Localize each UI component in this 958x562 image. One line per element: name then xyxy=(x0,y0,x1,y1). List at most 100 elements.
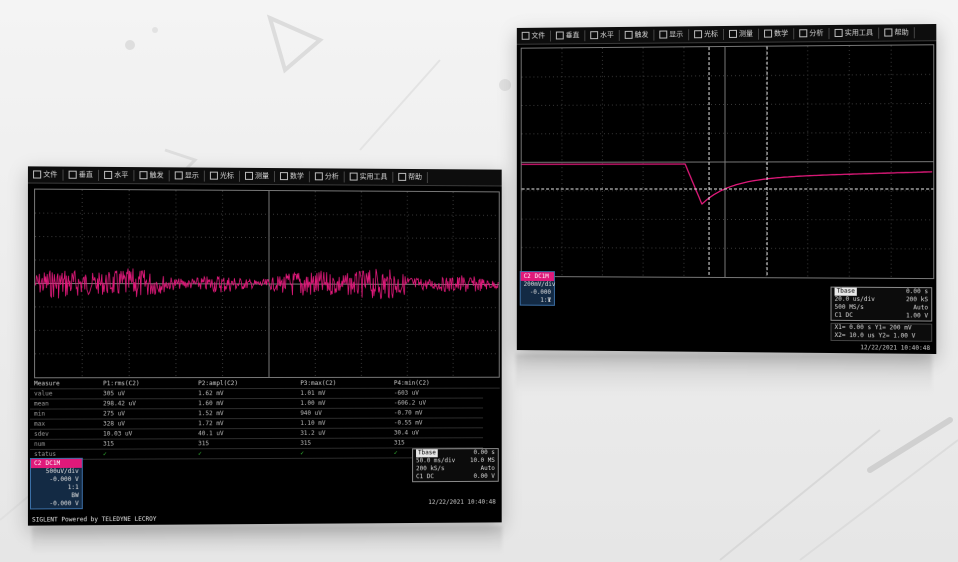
left-channel-label: C2 xyxy=(34,459,42,468)
right-menu-item-8[interactable]: 分析 xyxy=(794,27,830,39)
left-timebase-cell: 10.0 MS xyxy=(469,457,495,465)
measure-cell: -0.55 mV xyxy=(389,417,483,429)
right-menu-item-7[interactable]: 数学 xyxy=(759,27,795,40)
right-timebase-cell: C1 DC xyxy=(834,311,853,319)
measure-cell: 328 uV xyxy=(99,418,195,430)
measure-cell: 315 xyxy=(296,438,390,449)
left-menu-label: 文件 xyxy=(43,170,58,179)
right-oscilloscope-screen: 文件 垂直 水平 触发 显示 光标 测量 数学 分析 实用工具 帮助 C2 DC1M 200mV/di… xyxy=(516,23,937,355)
right-channel-c2-box[interactable]: C2 DC1M 200mV/div -0.000 V 1:1 xyxy=(519,271,556,306)
left-channel-coupling: DC1M xyxy=(45,459,61,468)
measure-header-5 xyxy=(482,378,500,389)
right-menu-item-9[interactable]: 实用工具 xyxy=(829,27,880,39)
right-menu-item-2[interactable]: 水平 xyxy=(585,29,620,41)
measure-cell: -606.2 uV xyxy=(389,398,483,409)
left-timebase-cell: 200 kS/s xyxy=(416,465,445,473)
left-menu-item-8[interactable]: 分析 xyxy=(309,170,345,182)
measure-cell: 1.52 mV xyxy=(194,408,297,419)
help-icon xyxy=(398,172,407,181)
left-menu-label: 测量 xyxy=(255,171,269,181)
right-channel-row: 200mV/div xyxy=(523,280,556,289)
measure-cell: -0.70 mV xyxy=(389,407,483,419)
right-menu-item-3[interactable]: 触发 xyxy=(619,29,655,41)
right-menu-label: 分析 xyxy=(809,29,824,38)
measure-header-4[interactable]: P4:min(C2) xyxy=(389,378,483,389)
measure-header-2[interactable]: P2:ampl(C2) xyxy=(194,378,297,389)
right-channel-row: -0.000 V xyxy=(529,288,552,304)
left-menu-item-10[interactable]: 帮助 xyxy=(393,171,428,183)
measure-cell: 30.4 uV xyxy=(389,427,483,439)
left-menu-item-1[interactable]: 垂直 xyxy=(63,169,100,181)
right-menu-label: 垂直 xyxy=(565,31,580,40)
measure-cell: 1.72 mV xyxy=(194,418,297,429)
left-oscilloscope-screen: 文件 垂直 水平 触发 显示 光标 测量 数学 分析 实用工具 帮助 Measure P1:rms(… xyxy=(27,166,502,526)
measure-row-label: value xyxy=(29,388,100,399)
cursor-readout-line: X2= 10.0 us Y2= 1.00 V xyxy=(834,331,916,340)
display-icon xyxy=(174,171,183,180)
right-gridline-h xyxy=(522,248,934,249)
trigger-icon xyxy=(139,171,148,180)
left-gridline-h xyxy=(35,213,499,215)
measure-row-label: sdev xyxy=(29,429,100,440)
left-menu-label: 触发 xyxy=(149,171,164,180)
right-menu-item-10[interactable]: 帮助 xyxy=(879,26,915,39)
left-menu-item-4[interactable]: 显示 xyxy=(169,169,205,182)
left-channel-row: -0.000 V xyxy=(49,500,79,508)
measure-cell: ✓ xyxy=(194,448,297,459)
measure-cell: 1.01 mV xyxy=(296,388,390,399)
measure-cell: ✓ xyxy=(99,448,195,460)
right-gridline-h xyxy=(522,74,934,77)
measure-row-label: mean xyxy=(29,398,100,410)
left-timebase-box[interactable]: Tbase 0.00 s 50.0 ms/div 10.0 MS 200 kS/s A… xyxy=(412,448,499,483)
display-icon xyxy=(659,30,668,39)
trigger-icon xyxy=(624,30,633,39)
right-menu-label: 触发 xyxy=(634,30,649,39)
right-menu-item-5[interactable]: 光标 xyxy=(689,28,724,40)
right-step-trace xyxy=(522,164,933,204)
file-icon xyxy=(33,170,42,179)
left-menu-item-6[interactable]: 测量 xyxy=(239,170,275,182)
measure-cell: 315 xyxy=(194,438,297,449)
right-waveform-grid xyxy=(520,44,935,280)
right-timebase-box[interactable]: Tbase 0.00 s 20.0 us/div 200 kS 500 MS/s Au… xyxy=(830,286,933,322)
left-menu-item-5[interactable]: 光标 xyxy=(204,170,240,182)
left-menu-item-2[interactable]: 水平 xyxy=(99,169,135,181)
left-timebase-cell: C1 DC xyxy=(416,473,434,481)
left-menu-label: 水平 xyxy=(114,170,129,180)
left-menu-label: 帮助 xyxy=(408,172,422,181)
right-menu-item-6[interactable]: 测量 xyxy=(724,28,760,40)
right-menu-label: 实用工具 xyxy=(844,28,874,37)
horizontal-icon xyxy=(590,31,599,40)
measure-header-3[interactable]: P3:max(C2) xyxy=(296,378,390,389)
right-timebase-value: 0.00 s xyxy=(905,288,929,296)
left-menu-label: 数学 xyxy=(289,172,304,181)
right-menu-item-1[interactable]: 垂直 xyxy=(551,29,586,42)
left-menu-item-9[interactable]: 实用工具 xyxy=(344,171,394,183)
right-menu-label: 文件 xyxy=(531,31,546,40)
left-menu-label: 显示 xyxy=(184,171,199,180)
right-menu-item-0[interactable]: 文件 xyxy=(516,30,552,42)
measure-cell: 1.60 mV xyxy=(194,398,297,409)
measure-header-1[interactable]: P1:rms(C2) xyxy=(99,379,195,389)
left-gridline-h xyxy=(35,237,499,239)
right-menu-item-4[interactable]: 显示 xyxy=(654,28,690,41)
left-menu-item-3[interactable]: 触发 xyxy=(134,169,170,181)
right-menu-label: 帮助 xyxy=(894,28,909,37)
right-timebase-title: Tbase xyxy=(834,287,857,296)
left-menu-label: 光标 xyxy=(219,171,234,180)
right-menu-label: 水平 xyxy=(600,31,614,40)
measure-cell: 275 uV xyxy=(99,408,195,419)
utility-icon xyxy=(349,172,358,181)
measure-cell: 1.00 mV xyxy=(296,398,390,409)
measure-header-0: Measure xyxy=(29,379,100,389)
right-status-date: 12/22/2021 10:40:48 xyxy=(860,344,931,352)
left-gridline-h xyxy=(35,307,499,308)
left-channel-c2-box[interactable]: C2 DC1M 500uV/div -0.000 V 1:1 BW -0.000 … xyxy=(29,457,83,510)
left-timebase-value: 0.00 s xyxy=(473,449,495,457)
right-channel-coupling: DC1M xyxy=(534,273,549,281)
left-menu-item-7[interactable]: 数学 xyxy=(274,170,310,182)
left-menu-item-0[interactable]: 文件 xyxy=(27,168,64,181)
right-channel-row: 1:1 xyxy=(540,296,552,304)
right-gridline-h xyxy=(522,103,934,105)
help-icon xyxy=(884,28,893,37)
